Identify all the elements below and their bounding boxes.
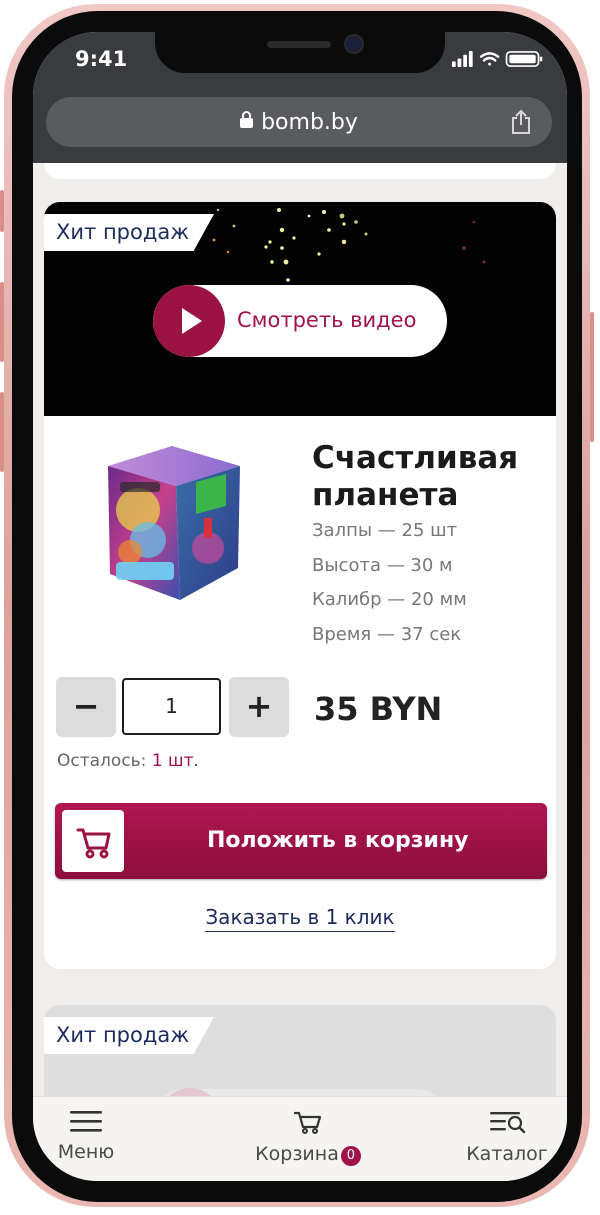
bestseller-badge: Хит продаж [44,214,214,251]
tab-catalog-label: Каталог [466,1143,548,1165]
stock-remaining-value: 1 шт. [151,751,199,771]
wifi-icon [479,52,500,66]
menu-icon [70,1111,102,1132]
status-time: 9:41 [75,47,128,71]
product-price: 35 BYN [314,690,443,728]
one-click-order-wrap: Заказать в 1 клик [44,905,556,932]
status-bar: 9:41 [33,32,567,97]
page-content: Хит продаж Смотреть видео Счастливая пла… [33,163,567,1098]
share-icon[interactable] [510,109,532,135]
status-icons [451,51,543,67]
product-specs: Залпы — 25 шт Высота — 30 м Калибр — 20 … [312,514,467,652]
notch [155,32,445,73]
cart-icon [76,828,111,859]
phone-screen: 9:41 bomb.by Хит продаж Смотреть видео С… [33,32,567,1181]
bottom-tab-bar: Меню Корзина 0 Каталог [33,1096,567,1181]
catalog-search-icon [490,1112,526,1134]
bestseller-badge-text: Хит продаж [56,220,190,244]
quantity-input[interactable]: 1 [122,678,221,735]
power-button [590,312,594,442]
cart-tab-icon [293,1111,322,1134]
front-camera [344,34,364,54]
next-bestseller-badge-text: Хит продаж [56,1023,190,1047]
quantity-increase-button[interactable]: + [229,677,289,737]
watch-video-button[interactable]: Смотреть видео [153,285,447,357]
spec-duration: Время — 37 сек [312,623,462,645]
product-title[interactable]: Счастливая планета [312,440,542,514]
spec-caliber: Калибр — 20 мм [312,589,467,610]
mute-switch [0,190,4,232]
product-card: Хит продаж Смотреть видео Счастливая пла… [44,202,556,969]
product-image[interactable] [100,444,248,602]
spec-salvos: Залпы — 25 шт [312,520,458,541]
speaker-grille [267,41,331,48]
tab-cart-label: Корзина [255,1143,339,1165]
tab-cart[interactable]: Корзина 0 [245,1109,371,1166]
add-to-cart-label: Положить в корзину [207,828,469,853]
next-product-card: Хит продаж [44,1005,556,1098]
one-click-order-link[interactable]: Заказать в 1 клик [205,905,395,932]
url-text: bomb.by [261,110,358,135]
cart-count-badge: 0 [340,1146,361,1166]
watch-video-label: Смотреть видео [237,308,417,332]
minus-icon: − [72,687,100,725]
browser-toolbar: bomb.by [33,97,567,163]
volume-down-button [0,392,4,472]
signal-icon [451,51,473,67]
plus-icon: + [245,687,273,725]
stock-remaining-label: Осталось: [57,751,147,771]
stock-remaining: Осталось: 1 шт. [57,751,199,771]
quantity-decrease-button[interactable]: − [56,677,116,737]
cart-icon-box [62,810,124,872]
url-text-wrap: bomb.by [46,110,552,135]
volume-up-button [0,282,4,362]
tab-catalog[interactable]: Каталог [465,1109,549,1165]
lock-icon [240,111,254,128]
tab-menu-label: Меню [57,1141,115,1163]
tab-menu[interactable]: Меню [51,1109,121,1163]
previous-card [44,163,556,179]
tab-cart-label-wrap: Корзина 0 [245,1143,371,1166]
spec-height: Высота — 30 м [312,554,453,576]
play-icon [153,285,225,357]
add-to-cart-button[interactable]: Положить в корзину [55,803,547,879]
battery-icon [505,51,543,67]
next-bestseller-badge: Хит продаж [44,1017,214,1054]
video-preview[interactable]: Хит продаж Смотреть видео [44,202,556,416]
address-bar[interactable]: bomb.by [46,97,552,147]
